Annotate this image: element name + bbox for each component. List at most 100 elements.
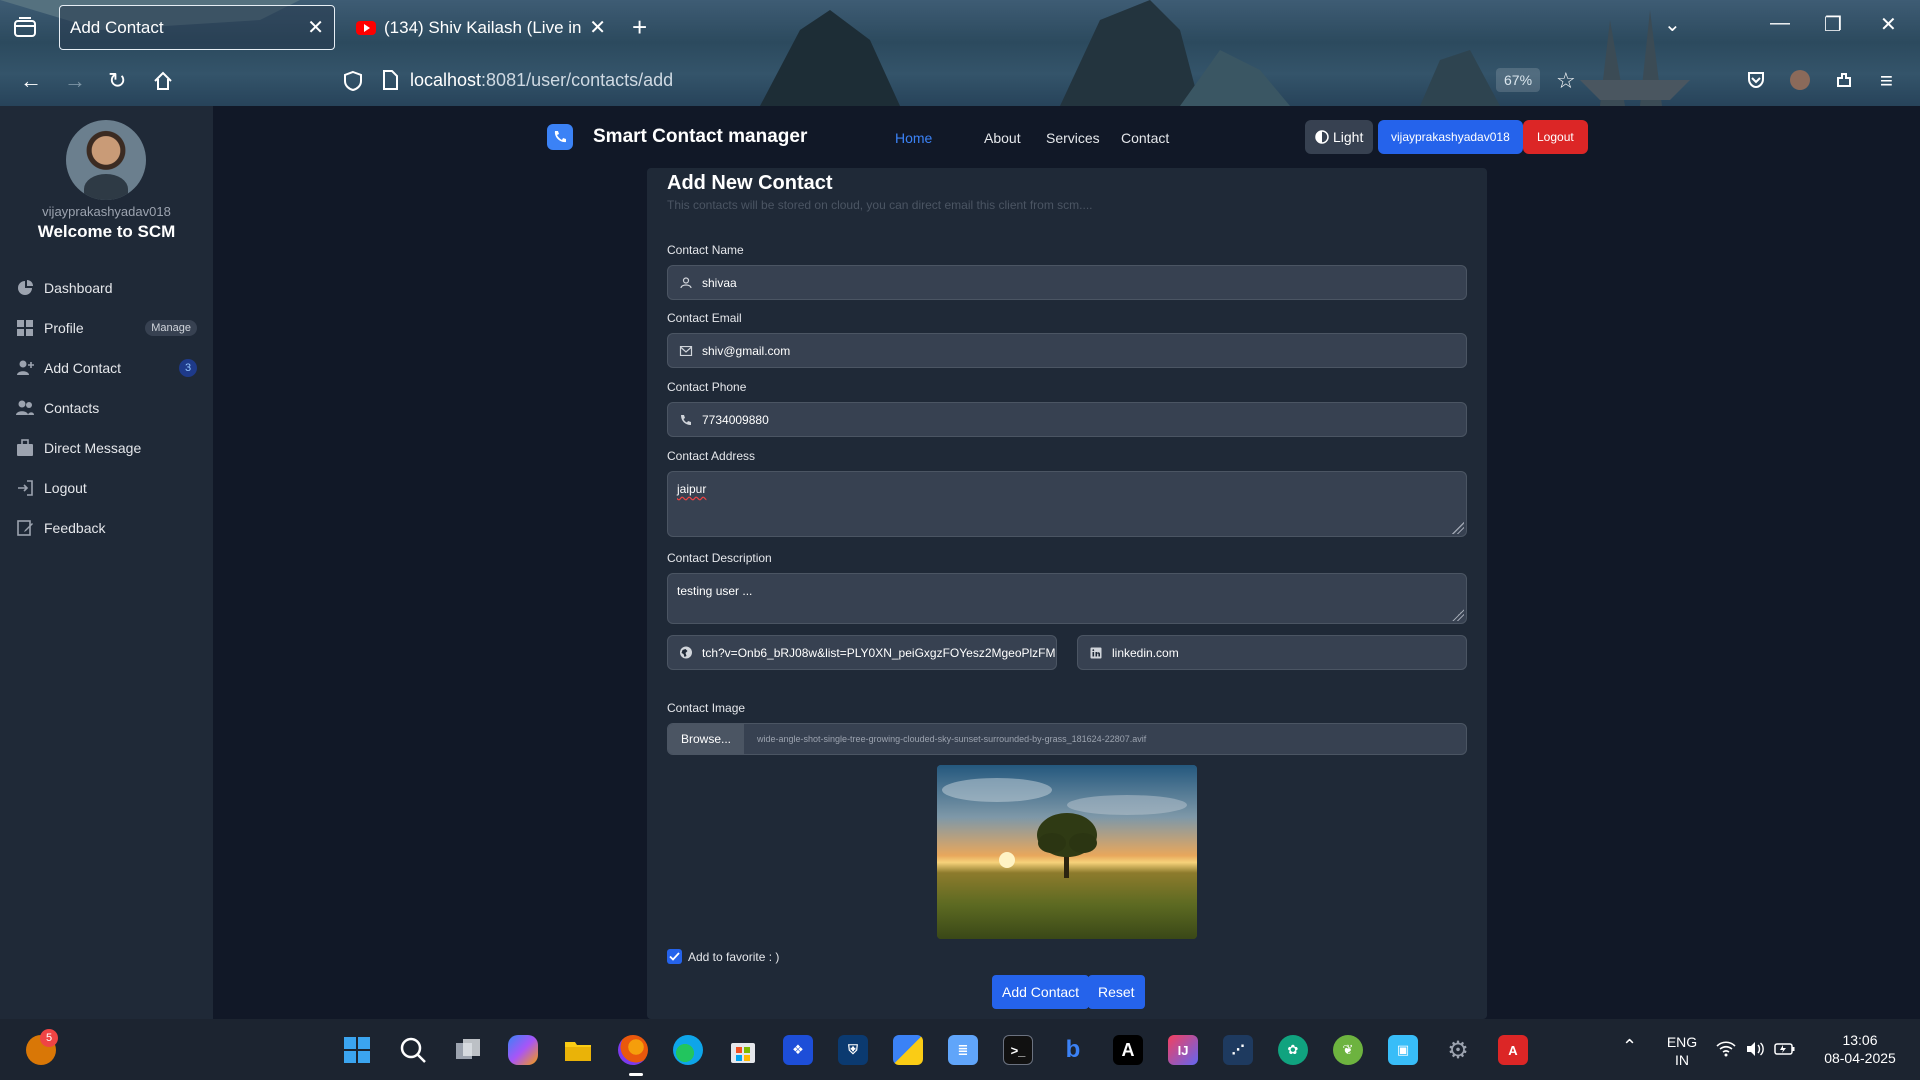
sidebar-item-logout[interactable]: Logout xyxy=(16,475,197,501)
battery-icon[interactable] xyxy=(1774,1041,1796,1057)
brand-title[interactable]: Smart Contact manager xyxy=(593,126,807,148)
contact-email-input[interactable]: shiv@gmail.com xyxy=(667,333,1467,368)
clock[interactable]: 13:06 08-04-2025 xyxy=(1812,1031,1908,1067)
volume-icon[interactable] xyxy=(1745,1041,1765,1057)
checkbox-checked-icon[interactable] xyxy=(667,949,682,964)
notification-count-badge: 5 xyxy=(40,1029,58,1047)
minimize-icon[interactable]: — xyxy=(1770,12,1790,35)
sidebar-item-profile[interactable]: Profile Manage xyxy=(16,315,197,341)
nav-services[interactable]: Services xyxy=(1046,130,1100,146)
nav-about[interactable]: About xyxy=(984,130,1021,146)
python-icon[interactable] xyxy=(893,1035,923,1065)
bing-icon[interactable]: b xyxy=(1058,1035,1088,1065)
remote-desktop-icon[interactable]: ▣ xyxy=(1388,1035,1418,1065)
edge-icon[interactable] xyxy=(673,1035,703,1065)
close-tab-icon[interactable]: ✕ xyxy=(589,15,606,40)
reset-button[interactable]: Reset xyxy=(1088,975,1145,1009)
avatar xyxy=(66,120,146,200)
search-icon[interactable] xyxy=(398,1035,428,1065)
back-icon[interactable]: ← xyxy=(20,68,42,94)
zoom-badge[interactable]: 67% xyxy=(1496,68,1541,92)
resize-handle[interactable] xyxy=(1452,609,1464,621)
nav-home[interactable]: Home xyxy=(895,130,932,146)
contact-phone-input[interactable]: 7734009880 xyxy=(667,402,1467,437)
file-explorer-icon[interactable] xyxy=(563,1035,593,1065)
close-window-icon[interactable]: ✕ xyxy=(1880,12,1897,37)
pocket-icon[interactable] xyxy=(1746,70,1766,90)
nav-contact[interactable]: Contact xyxy=(1121,130,1169,146)
sidebar-item-label: Contacts xyxy=(44,400,100,416)
contact-name-label: Contact Name xyxy=(667,243,744,257)
contact-name-input[interactable]: shivaa xyxy=(667,265,1467,300)
firefox-icon[interactable] xyxy=(618,1035,648,1065)
resize-handle[interactable] xyxy=(1452,522,1464,534)
tab-add-contact[interactable]: Add Contact ✕ xyxy=(59,5,335,50)
website-input[interactable]: tch?v=Onb6_bRJ08w&list=PLY0XN_peiGxgzFOY… xyxy=(667,635,1057,670)
spring-icon[interactable]: ❦ xyxy=(1333,1035,1363,1065)
contact-image-file-input[interactable]: Browse... wide-angle-shot-single-tree-gr… xyxy=(667,723,1467,755)
contact-image-preview xyxy=(937,765,1197,939)
chevron-up-icon[interactable]: ⌃ xyxy=(1622,1037,1637,1055)
tab-list-icon[interactable] xyxy=(12,15,38,39)
briefcase-icon xyxy=(17,439,33,456)
chevron-down-icon[interactable]: ⌄ xyxy=(1664,12,1681,37)
phone-logo-icon[interactable] xyxy=(547,124,573,150)
sidebar-item-direct-message[interactable]: Direct Message xyxy=(16,435,197,461)
extensions-icon[interactable] xyxy=(1834,70,1854,90)
address-bar[interactable]: localhost:8081/user/contacts/add xyxy=(410,70,673,91)
restore-icon[interactable]: ❐ xyxy=(1824,12,1842,37)
acrobat-icon[interactable]: A xyxy=(1498,1035,1528,1065)
sidebar-item-dashboard[interactable]: Dashboard xyxy=(16,275,197,301)
star-bookmark-icon[interactable]: ☆ xyxy=(1556,68,1576,94)
clock-time: 13:06 xyxy=(1842,1032,1878,1048)
settings-gear-icon[interactable]: ⚙ xyxy=(1443,1035,1473,1065)
sidebar-item-feedback[interactable]: Feedback xyxy=(16,515,197,541)
logout-button[interactable]: Logout xyxy=(1523,120,1588,154)
favorite-checkbox[interactable]: Add to favorite : ) xyxy=(667,949,779,964)
tab-youtube[interactable]: (134) Shiv Kailash (Live in Mum! ✕ xyxy=(346,5,616,50)
chatgpt-icon[interactable]: ✿ xyxy=(1278,1035,1308,1065)
sidebar-item-label: Profile xyxy=(44,320,84,336)
language-indicator[interactable]: ENG IN xyxy=(1664,1033,1700,1069)
intellij-icon[interactable]: IJ xyxy=(1168,1035,1198,1065)
dropbox-icon[interactable]: ❖ xyxy=(783,1035,813,1065)
region-code: IN xyxy=(1675,1052,1689,1068)
user-icon xyxy=(680,276,692,288)
notepad-icon[interactable]: ≣ xyxy=(948,1035,978,1065)
microsoft-store-icon[interactable] xyxy=(728,1035,758,1065)
sidebar-item-add-contact[interactable]: Add Contact 3 xyxy=(16,355,197,381)
terminal-icon[interactable]: >_ xyxy=(1003,1035,1033,1065)
page-title: Add New Contact xyxy=(667,172,833,194)
logout-icon xyxy=(18,480,33,496)
contact-name-value: shivaa xyxy=(702,275,737,290)
forward-icon[interactable]: → xyxy=(64,68,86,94)
windows-start-icon[interactable] xyxy=(342,1035,372,1065)
theme-toggle-button[interactable]: Light xyxy=(1305,120,1374,154)
tab-title: (134) Shiv Kailash (Live in Mum! xyxy=(384,17,583,37)
half-moon-icon xyxy=(1315,130,1329,144)
add-contact-button[interactable]: Add Contact xyxy=(992,975,1090,1009)
user-button[interactable]: vijayprakashyadav018 xyxy=(1378,120,1523,154)
contact-address-textarea[interactable]: jaipur xyxy=(667,471,1467,537)
contact-description-textarea[interactable]: testing user ... xyxy=(667,573,1467,624)
page-icon[interactable] xyxy=(382,70,398,90)
vpn-shield-icon[interactable]: ⛨ xyxy=(838,1035,868,1065)
shield-icon[interactable] xyxy=(343,70,363,92)
sidebar-welcome: Welcome to SCM xyxy=(37,222,176,241)
account-avatar-icon[interactable] xyxy=(1790,70,1810,90)
home-icon[interactable] xyxy=(152,70,174,92)
menu-icon[interactable]: ≡ xyxy=(1880,68,1893,94)
wifi-icon[interactable] xyxy=(1716,1041,1736,1057)
close-tab-icon[interactable]: ✕ xyxy=(307,15,324,40)
sidebar-item-contacts[interactable]: Contacts xyxy=(16,395,197,421)
reload-icon[interactable]: ↻ xyxy=(108,68,126,94)
wireshark-icon[interactable]: ⋰ xyxy=(1223,1035,1253,1065)
browse-button[interactable]: Browse... xyxy=(668,724,745,754)
contact-phone-value: 7734009880 xyxy=(702,412,769,427)
copilot-icon[interactable] xyxy=(508,1035,538,1065)
linkedin-input[interactable]: linkedin.com xyxy=(1077,635,1467,670)
sidebar-item-label: Dashboard xyxy=(44,280,113,296)
new-tab-icon[interactable]: + xyxy=(632,12,647,43)
font-a-icon[interactable]: A xyxy=(1113,1035,1143,1065)
task-view-icon[interactable] xyxy=(453,1035,483,1065)
